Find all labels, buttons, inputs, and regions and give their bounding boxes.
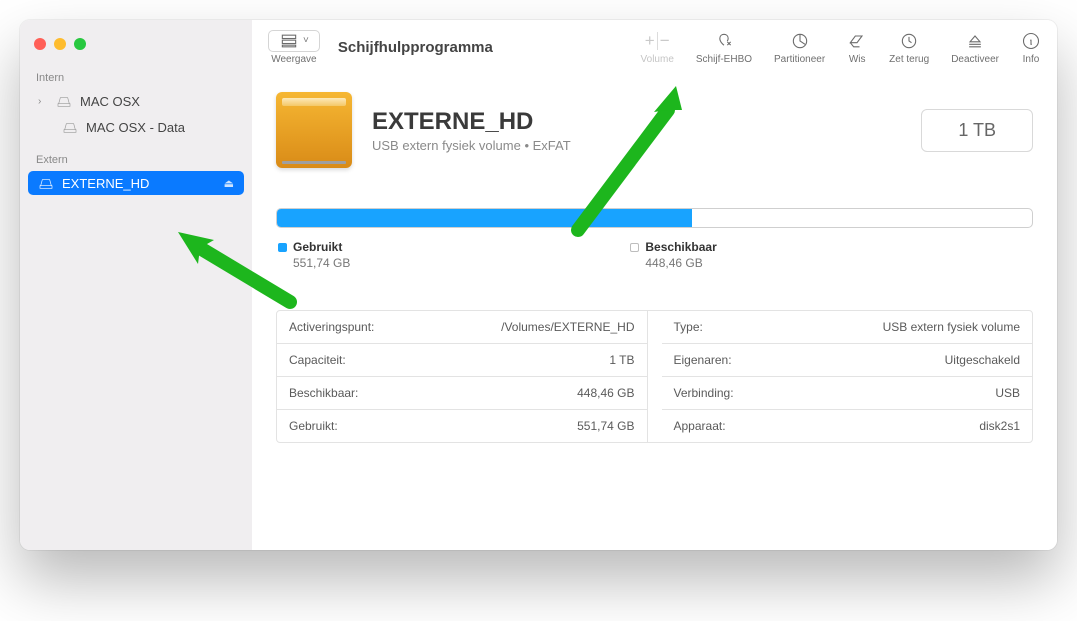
internal-disk-icon (56, 93, 72, 109)
info-row: Gebruikt:551,74 GB (277, 410, 647, 442)
toolbar-label: Partitioneer (774, 54, 825, 65)
partition-button[interactable]: Partitioneer (774, 30, 825, 65)
info-row: Eigenaren:Uitgeschakeld (662, 344, 1033, 377)
toolbar: ˅ Weergave Schijfhulpprogramma +− Volume… (252, 20, 1057, 74)
info-col-right: Type:USB extern fysiek volume Eigenaren:… (662, 311, 1033, 442)
usage-bar-used (277, 209, 692, 227)
usage-bar (276, 208, 1033, 228)
toolbar-label: Schijf-EHBO (696, 54, 752, 65)
window-controls (20, 30, 252, 66)
plus-icon: + (645, 32, 655, 49)
info-col-left: Activeringspunt:/Volumes/EXTERNE_HD Capa… (277, 311, 648, 442)
eject-icon[interactable]: ⏏ (224, 177, 234, 190)
info-button[interactable]: Info (1021, 30, 1041, 65)
disclosure-chevron-icon[interactable]: › (38, 96, 48, 107)
volume-name: EXTERNE_HD (372, 108, 571, 136)
zoom-window-button[interactable] (74, 38, 86, 50)
app-title: Schijfhulpprogramma (338, 39, 493, 56)
sidebar-item-label: MAC OSX - Data (86, 120, 185, 135)
restore-button[interactable]: Zet terug (889, 30, 929, 65)
sidebar-section-external: Extern (20, 148, 252, 170)
sidebar-item-label: MAC OSX (80, 94, 140, 109)
view-menu-button[interactable]: ˅ Weergave (268, 30, 320, 65)
erase-button[interactable]: Wis (847, 30, 867, 65)
sidebar-item-mac-osx[interactable]: › MAC OSX (28, 89, 244, 113)
legend-used: Gebruikt 551,74 GB (278, 240, 350, 270)
legend-free: Beschikbaar 448,46 GB (630, 240, 716, 270)
external-disk-icon (38, 175, 54, 191)
sidebar-item-externe-hd[interactable]: EXTERNE_HD ⏏ (28, 171, 244, 195)
first-aid-button[interactable]: Schijf-EHBO (696, 30, 752, 65)
chevron-down-icon: ˅ (303, 35, 309, 46)
content: EXTERNE_HD USB extern fysiek volume • Ex… (252, 74, 1057, 550)
sidebar-item-mac-osx-data[interactable]: MAC OSX - Data (28, 115, 244, 139)
internal-disk-icon (62, 119, 78, 135)
toolbar-label: Info (1023, 54, 1040, 65)
info-table: Activeringspunt:/Volumes/EXTERNE_HD Capa… (276, 310, 1033, 443)
info-row: Apparaat:disk2s1 (662, 410, 1033, 442)
toolbar-label: Wis (849, 54, 866, 65)
info-row: Beschikbaar:448,46 GB (277, 377, 647, 410)
legend-free-value: 448,46 GB (645, 256, 716, 270)
sidebar: Intern › MAC OSX MAC OSX - Data Extern E… (20, 20, 252, 550)
toolbar-label: Zet terug (889, 54, 929, 65)
view-label: Weergave (271, 54, 316, 65)
sidebar-item-label: EXTERNE_HD (62, 176, 149, 191)
capacity-badge: 1 TB (921, 109, 1033, 152)
disk-utility-window: Intern › MAC OSX MAC OSX - Data Extern E… (20, 20, 1057, 550)
info-row: Activeringspunt:/Volumes/EXTERNE_HD (277, 311, 647, 344)
minus-icon: − (660, 32, 670, 49)
legend-free-label: Beschikbaar (645, 240, 716, 254)
volume-add-remove-button[interactable]: +− Volume (641, 30, 674, 65)
info-row: Type:USB extern fysiek volume (662, 311, 1033, 344)
info-row: Capaciteit:1 TB (277, 344, 647, 377)
legend-used-value: 551,74 GB (293, 256, 350, 270)
external-drive-icon (276, 92, 352, 168)
volume-subtitle: USB extern fysiek volume • ExFAT (372, 138, 571, 153)
usage-legend: Gebruikt 551,74 GB Beschikbaar 448,46 GB (278, 240, 1031, 270)
info-row: Verbinding:USB (662, 377, 1033, 410)
close-window-button[interactable] (34, 38, 46, 50)
toolbar-label: Deactiveer (951, 54, 999, 65)
main-pane: ˅ Weergave Schijfhulpprogramma +− Volume… (252, 20, 1057, 550)
sidebar-section-internal: Intern (20, 66, 252, 88)
legend-used-label: Gebruikt (293, 240, 342, 254)
toolbar-label: Volume (641, 54, 674, 65)
minimize-window-button[interactable] (54, 38, 66, 50)
unmount-button[interactable]: Deactiveer (951, 30, 999, 65)
volume-header: EXTERNE_HD USB extern fysiek volume • Ex… (276, 92, 1033, 168)
